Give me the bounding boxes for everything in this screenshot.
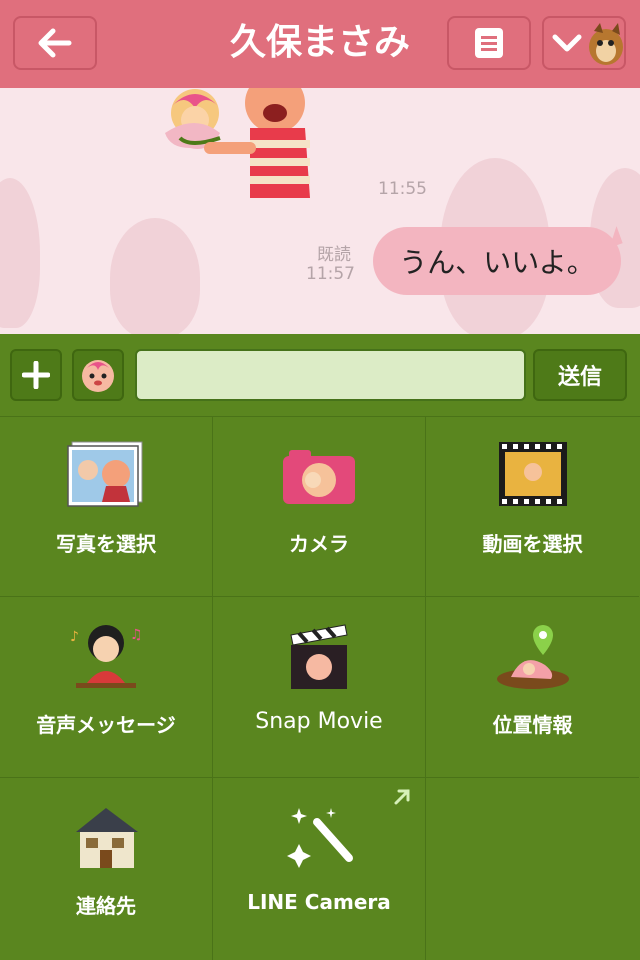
back-button[interactable] xyxy=(13,16,97,70)
sticker-face-icon xyxy=(82,360,114,392)
menu-item-location[interactable]: 位置情報 xyxy=(426,597,639,778)
menu-item-label: 音声メッセージ xyxy=(36,713,176,737)
menu-item-label: 連絡先 xyxy=(76,894,136,918)
background-pattern xyxy=(110,218,200,334)
message-text: うん、いいよ。 xyxy=(399,246,595,279)
background-pattern xyxy=(0,178,40,328)
menu-item-label: 写真を選択 xyxy=(56,532,156,556)
chat-title: 久保まさみ xyxy=(229,22,410,63)
header: 久保まさみ xyxy=(0,0,640,88)
read-receipt: 既読 xyxy=(317,245,351,265)
attach-menu-grid: 写真を選択 カメラ 動画を選択 ♪ ♫ 音声メッセージ Snap Movie 位… xyxy=(0,416,640,960)
message-bubble[interactable]: うん、いいよ。 xyxy=(373,227,621,295)
menu-item-label: 動画を選択 xyxy=(482,532,583,556)
camera-icon xyxy=(283,450,355,504)
menu-item-camera[interactable]: カメラ xyxy=(213,416,426,597)
send-button[interactable]: 送信 xyxy=(533,349,627,401)
list-icon xyxy=(475,28,503,58)
menu-item-contacts[interactable]: 連絡先 xyxy=(0,778,213,960)
back-arrow-icon xyxy=(38,28,72,58)
location-icon xyxy=(496,625,569,689)
message-composer: 送信 xyxy=(0,334,640,417)
video-select-icon xyxy=(498,442,567,506)
sticker-button[interactable] xyxy=(72,349,124,401)
chat-area[interactable]: 11:55 既読 11:57 うん、いいよ。 xyxy=(0,88,640,334)
menu-item-video-select[interactable]: 動画を選択 xyxy=(426,416,639,597)
plus-icon xyxy=(22,361,50,389)
attach-plus-button[interactable] xyxy=(10,349,62,401)
menu-item-label: 位置情報 xyxy=(492,713,573,737)
menu-item-label: Snap Movie xyxy=(255,709,383,734)
menu-item-line-camera[interactable]: LINE Camera xyxy=(213,778,426,960)
dropdown-button[interactable] xyxy=(542,16,626,70)
voice-message-icon: ♪ ♫ xyxy=(70,625,143,688)
photo-select-icon xyxy=(67,441,143,507)
svg-text:♫: ♫ xyxy=(130,627,143,643)
menu-item-photo-select[interactable]: 写真を選択 xyxy=(0,416,213,597)
menu-item-snap-movie[interactable]: Snap Movie xyxy=(213,597,426,778)
line-camera-icon xyxy=(287,808,353,868)
message-input[interactable] xyxy=(135,349,526,401)
chevron-down-icon xyxy=(552,34,582,52)
message-timestamp: 11:57 xyxy=(306,264,355,284)
sticker-timestamp: 11:55 xyxy=(378,179,427,199)
external-link-icon xyxy=(394,789,410,805)
menu-empty-cell xyxy=(426,778,639,960)
menu-item-voice-message[interactable]: ♪ ♫ 音声メッセージ xyxy=(0,597,213,778)
svg-text:♪: ♪ xyxy=(70,629,79,645)
contacts-icon xyxy=(76,808,138,868)
snap-movie-icon xyxy=(290,624,348,689)
menu-button[interactable] xyxy=(447,16,531,70)
menu-item-label: カメラ xyxy=(289,532,349,556)
sticker-image[interactable] xyxy=(150,88,345,198)
chipmunk-icon xyxy=(589,23,623,65)
menu-item-label: LINE Camera xyxy=(247,890,391,914)
